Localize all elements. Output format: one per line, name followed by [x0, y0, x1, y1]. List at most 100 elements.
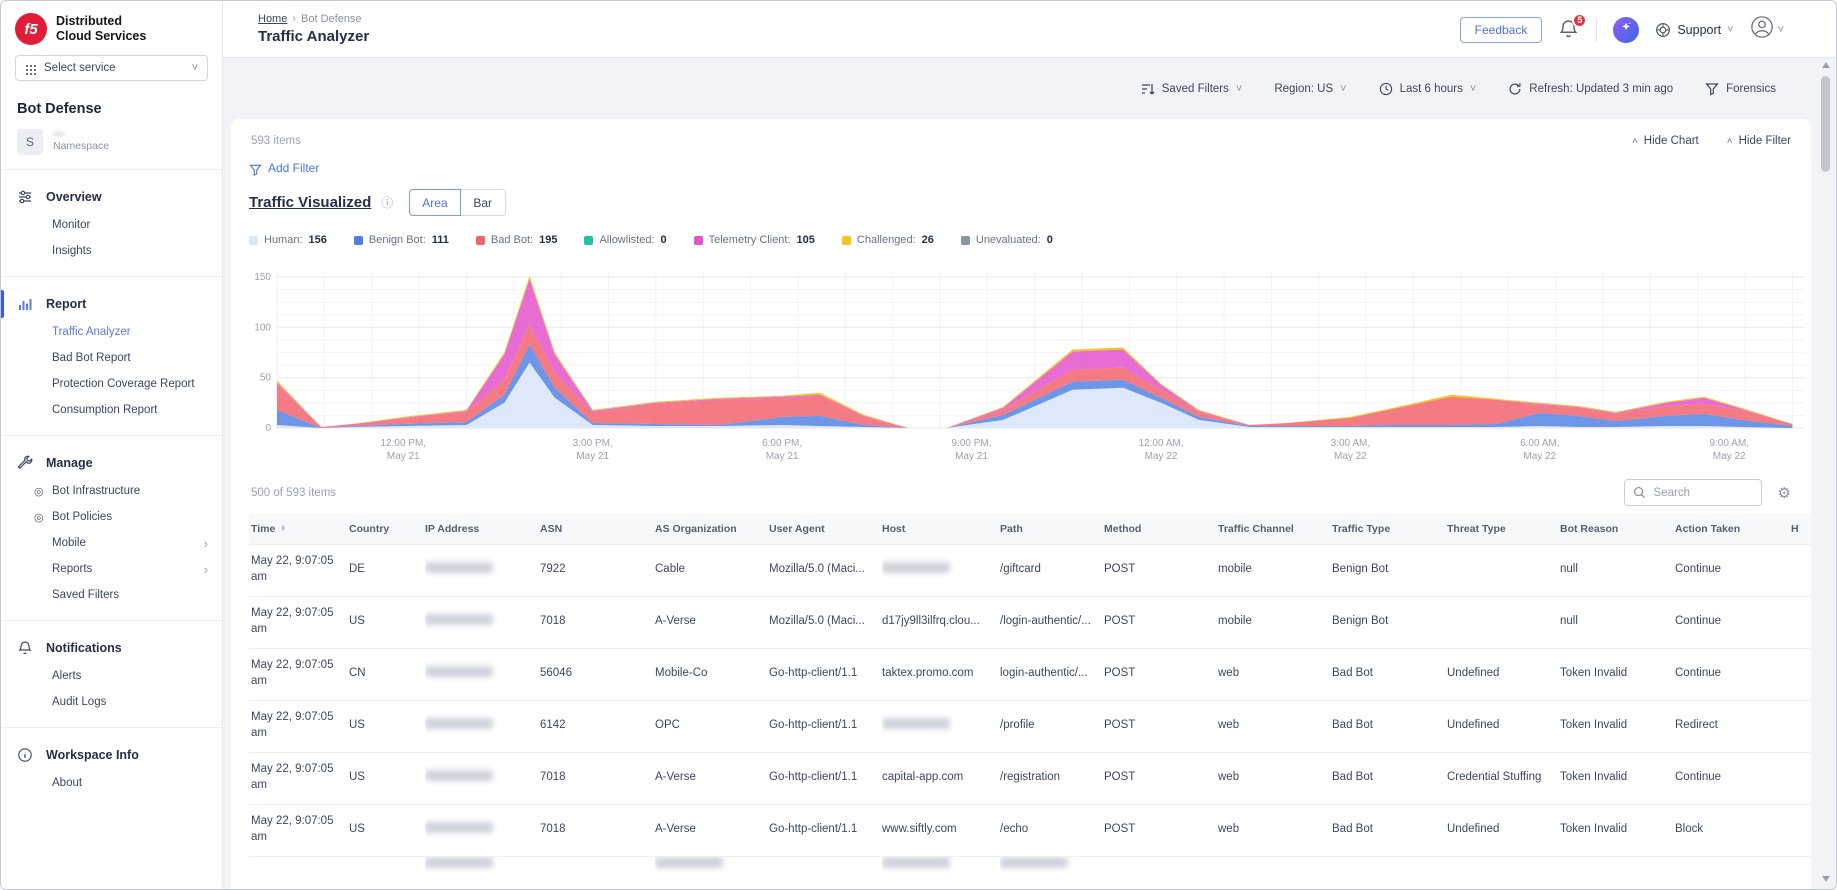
legend-unevaluated[interactable]: Unevaluated: 0	[960, 234, 1053, 246]
sidebar-item-consumption-report[interactable]: Consumption Report	[1, 397, 222, 423]
chevron-down-icon: ˅	[191, 62, 198, 74]
cell-traffic-type: Bad Bot	[1332, 752, 1447, 805]
cell-threat-type	[1447, 596, 1560, 649]
notifications-bell-icon[interactable]: 5	[1558, 12, 1588, 41]
info-icon[interactable]: ⓘ	[381, 194, 393, 211]
sidebar-item-bot-policies[interactable]: ◎ Bot Policies	[1, 504, 222, 530]
column-header-as-organization[interactable]: AS Organization	[655, 514, 769, 544]
select-service-dropdown[interactable]: Select service ˅	[15, 55, 208, 81]
gear-icon[interactable]: ⚙	[1778, 484, 1791, 502]
redacted-value	[655, 856, 723, 868]
toolbar-saved-filters[interactable]: Saved Filters ˅	[1141, 82, 1242, 96]
cell-asn: 7018	[540, 804, 655, 857]
traffic-chart[interactable]: 0 50 100 150 12:00 PM, May 21 3:00 PM, May 21 6:…	[249, 260, 1811, 477]
chart-mode-area-button[interactable]: Area	[409, 189, 461, 216]
table-row[interactable]: May 22, 9:07:05 am US 7018 A-Verse Go-http-c…	[249, 752, 1811, 805]
hide-filter-button[interactable]: ˄ Hide Filter	[1727, 135, 1791, 147]
toolbar-region-us[interactable]: Region: US ˅	[1274, 83, 1346, 95]
chevron-down-icon: ˅	[1469, 82, 1477, 95]
table-row[interactable]: May 22, 9:07:05 am US 6142 OPC Go-http-clien…	[249, 700, 1811, 753]
column-header-method[interactable]: Method	[1104, 514, 1218, 544]
sidebar-section-manage[interactable]: Manage	[1, 448, 222, 478]
table-row[interactable]: May 22, 9:07:05 am US 7018 A-Verse Mozilla/5…	[249, 596, 1811, 649]
ai-assistant-button[interactable]	[1613, 16, 1640, 43]
legend-human[interactable]: Human: 156	[249, 234, 327, 246]
sidebar-item-alerts[interactable]: Alerts	[1, 663, 222, 689]
account-menu[interactable]: ˅	[1750, 15, 1784, 44]
toolbar-last-6-hours[interactable]: Last 6 hours ˅	[1379, 82, 1477, 96]
sidebar-item-label: Saved Filters	[52, 589, 120, 601]
scroll-down-arrow-icon[interactable]	[1822, 876, 1830, 882]
sidebar-item-protection-coverage-report[interactable]: Protection Coverage Report	[1, 371, 222, 397]
column-header-time[interactable]: Time ▲ ▼	[249, 514, 349, 544]
legend-count: 26	[921, 234, 934, 246]
legend-bad-bot[interactable]: Bad Bot: 195	[475, 234, 557, 246]
sidebar-item-bad-bot-report[interactable]: Bad Bot Report	[1, 345, 222, 371]
table-row[interactable]: May 22, 9:07:05 am US 7018 A-Verse Go-http-c…	[249, 804, 1811, 857]
redacted-value	[425, 821, 493, 833]
table-row[interactable]: May 22, 9:07:05 am DE 7922 Cable Mozilla/5.0…	[249, 543, 1811, 597]
redacted-value	[882, 561, 950, 573]
breadcrumb-home-link[interactable]: Home	[258, 13, 287, 25]
sidebar-section-overview[interactable]: Overview	[1, 182, 222, 212]
toolbar-forensics[interactable]: Forensics	[1705, 82, 1776, 96]
sidebar-item-bot-infrastructure[interactable]: ◎ Bot Infrastructure	[1, 478, 222, 504]
table-row-partial[interactable]	[249, 856, 1811, 873]
sidebar-item-label: Insights	[52, 245, 92, 257]
column-header-ip-address[interactable]: IP Address	[425, 514, 540, 544]
chevron-down-icon: ˅	[1777, 23, 1784, 36]
sidebar-section-report[interactable]: Report	[1, 289, 222, 319]
filter-lines-icon	[1141, 82, 1155, 96]
legend-allowlisted[interactable]: Allowlisted: 0	[584, 234, 667, 246]
sort-icon[interactable]: ▲ ▼	[280, 524, 285, 533]
brand-text: Distributed Cloud Services	[56, 14, 147, 43]
search-input[interactable]	[1651, 485, 1753, 500]
chart-mode-bar-button[interactable]: Bar	[459, 189, 506, 216]
column-header-host[interactable]: Host	[882, 514, 1000, 544]
add-filter-button[interactable]: Add Filter	[249, 161, 319, 176]
sidebar-item-label: Consumption Report	[52, 404, 158, 416]
table-row[interactable]: May 22, 9:07:05 am CN 56046 Mobile-Co Go-htt…	[249, 648, 1811, 701]
hide-chart-button[interactable]: ˄ Hide Chart	[1632, 135, 1699, 147]
sidebar-item-traffic-analyzer[interactable]: Traffic Analyzer	[1, 319, 222, 345]
toolbar-item-label: Forensics	[1726, 82, 1776, 95]
sidebar-item-insights[interactable]: Insights	[1, 238, 222, 264]
legend-challenged[interactable]: Challenged: 26	[841, 234, 934, 246]
cell-path: /giftcard	[1000, 543, 1104, 597]
column-header-h[interactable]: H	[1791, 514, 1811, 544]
redacted-value	[882, 856, 950, 868]
cell-as-organization: A-Verse	[655, 752, 769, 805]
column-header-traffic-type[interactable]: Traffic Type	[1332, 514, 1447, 544]
sidebar-section-workspace-info[interactable]: Workspace Info	[1, 740, 222, 770]
scrollbar-thumb[interactable]	[1821, 76, 1830, 172]
column-header-user-agent[interactable]: User Agent	[769, 514, 882, 544]
sidebar-item-reports[interactable]: Reports ›	[1, 556, 222, 582]
column-header-threat-type[interactable]: Threat Type	[1447, 514, 1560, 544]
sidebar-item-saved-filters[interactable]: Saved Filters	[1, 582, 222, 608]
column-header-action-taken[interactable]: Action Taken	[1675, 514, 1791, 544]
sidebar-section-notifications[interactable]: Notifications	[1, 633, 222, 663]
column-header-country[interactable]: Country	[349, 514, 425, 544]
sidebar-item-mobile[interactable]: Mobile ›	[1, 530, 222, 556]
column-header-traffic-channel[interactable]: Traffic Channel	[1218, 514, 1332, 544]
sidebar-item-about[interactable]: About	[1, 770, 222, 796]
legend-label: Telemetry Client:	[708, 234, 791, 246]
toolbar-refresh-updated-3-min-ago[interactable]: Refresh: Updated 3 min ago	[1508, 82, 1673, 96]
chart-title[interactable]: Traffic Visualized	[249, 194, 371, 211]
column-header-bot-reason[interactable]: Bot Reason	[1560, 514, 1675, 544]
legend-telemetry-client[interactable]: Telemetry Client: 105	[693, 234, 815, 246]
column-header-path[interactable]: Path	[1000, 514, 1104, 544]
target-icon: ◎	[34, 512, 44, 524]
sidebar-item-audit-logs[interactable]: Audit Logs	[1, 689, 222, 715]
vertical-scrollbar[interactable]	[1819, 58, 1833, 886]
support-menu[interactable]: Support ˅	[1655, 22, 1734, 38]
feedback-button[interactable]: Feedback	[1459, 16, 1543, 43]
column-header-asn[interactable]: ASN	[540, 514, 655, 544]
svg-text:May 21: May 21	[576, 451, 609, 462]
brand-logo[interactable]: f5 Distributed Cloud Services	[1, 1, 222, 53]
cell-ip-address	[425, 752, 540, 805]
namespace-selector[interactable]: S Namespace	[1, 119, 222, 169]
scroll-up-arrow-icon[interactable]	[1822, 62, 1830, 68]
sidebar-item-monitor[interactable]: Monitor	[1, 212, 222, 238]
legend-benign-bot[interactable]: Benign Bot: 111	[353, 234, 449, 246]
